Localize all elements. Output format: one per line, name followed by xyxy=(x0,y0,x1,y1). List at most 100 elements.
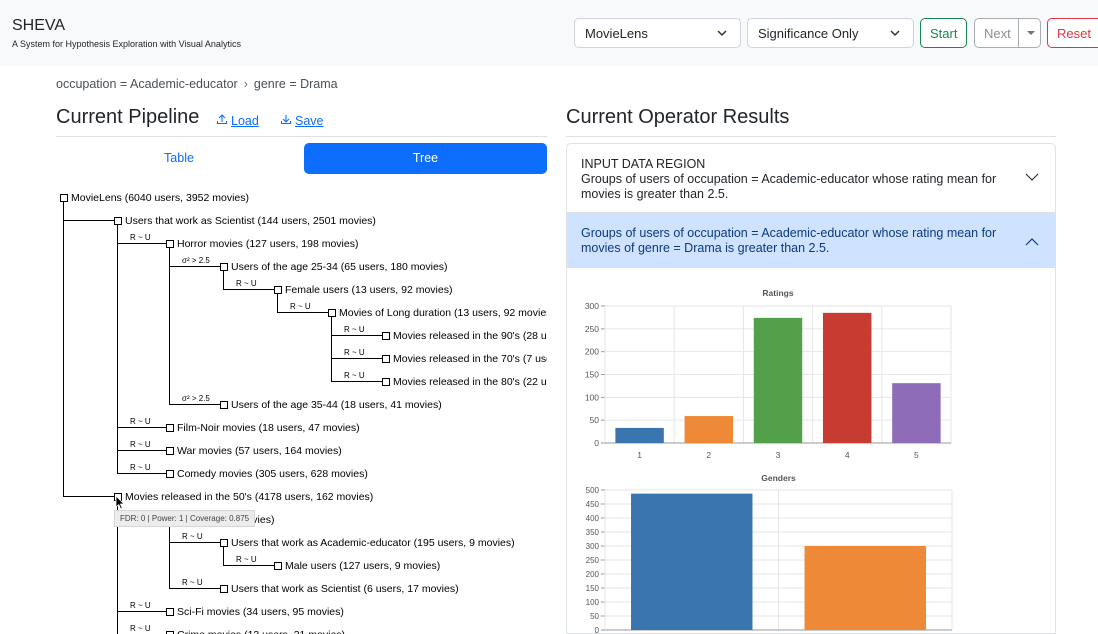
mode-select-value: Significance Only xyxy=(758,26,859,41)
node-checkbox-icon[interactable] xyxy=(382,378,390,386)
tree-node[interactable]: War movies (57 users, 164 movies) xyxy=(166,445,342,457)
node-checkbox-icon[interactable] xyxy=(274,286,282,294)
bar-4 xyxy=(822,312,872,443)
tree-node[interactable]: Male users (127 users, 9 movies) xyxy=(274,560,440,572)
save-label: Save xyxy=(295,114,324,128)
tab-tree[interactable]: Tree xyxy=(304,143,547,174)
node-checkbox-icon[interactable] xyxy=(166,240,174,248)
accordion-item-input-region[interactable]: INPUT DATA REGION Groups of users of occ… xyxy=(567,144,1055,213)
y-tick-label: 300 xyxy=(585,301,599,311)
tree-node[interactable]: Users of the age 35-44 (18 users, 41 mov… xyxy=(220,399,442,411)
tree-node-label: Movies released in the 70's (7 users, 12… xyxy=(393,353,547,365)
tree-node[interactable]: Users that work as Scientist (144 users,… xyxy=(114,215,376,227)
ratings-chart-svg: Ratings 0 50 100 150 200 250 300 1 2 3 4 5 xyxy=(585,288,952,460)
node-checkbox-icon[interactable] xyxy=(166,447,174,455)
tree-node[interactable]: Horror movies (127 users, 198 movies) xyxy=(166,238,358,250)
tree-connector xyxy=(169,243,170,404)
node-checkbox-icon[interactable] xyxy=(382,332,390,340)
genders-chart-svg: Genders 0 50 100 150 200 250 300 350 400 450 500 xyxy=(586,473,953,633)
tree-connector xyxy=(277,312,328,313)
node-checkbox-icon[interactable] xyxy=(274,562,282,570)
node-tooltip: FDR: 0 | Power: 1 | Coverage: 0.875 xyxy=(114,510,256,527)
node-checkbox-icon[interactable] xyxy=(114,217,122,225)
breadcrumb-item[interactable]: genre = Drama xyxy=(254,77,338,91)
tree-connector xyxy=(331,312,332,381)
save-link[interactable]: Save xyxy=(280,113,324,128)
tree-node[interactable]: Users that work as Academic-educator (19… xyxy=(220,537,515,549)
tree-connector xyxy=(117,427,166,428)
tab-table[interactable]: Table xyxy=(56,143,302,174)
tree-node-label: Movies released in the 80's (22 users, 3… xyxy=(393,376,547,388)
dataset-select[interactable]: MovieLens xyxy=(574,18,741,48)
tree-connector xyxy=(117,220,118,473)
tree-node-label: Movies released in the 90's (28 users, 4… xyxy=(393,330,547,342)
y-tick-label: 450 xyxy=(586,500,600,509)
node-checkbox-icon[interactable] xyxy=(220,585,228,593)
tree-node[interactable]: Users of the age 25-34 (65 users, 180 mo… xyxy=(220,261,448,273)
edge-label: R ~ U xyxy=(130,233,151,242)
y-tick-label: 0 xyxy=(594,438,599,448)
next-dropdown-toggle[interactable] xyxy=(1018,18,1041,48)
chevron-down-icon xyxy=(889,26,901,40)
node-checkbox-icon[interactable] xyxy=(166,470,174,478)
breadcrumb-item[interactable]: occupation = Academic-educator xyxy=(56,77,238,91)
tree-connector xyxy=(331,381,382,382)
app-title: SHEVA xyxy=(12,17,66,34)
tree-connector xyxy=(223,565,274,566)
edge-label: R ~ U xyxy=(182,532,203,541)
ratings-chart: Ratings 0 50 100 150 200 250 300 1 2 3 4 5 xyxy=(567,284,1055,469)
bar-1 xyxy=(615,427,664,443)
node-checkbox-icon[interactable] xyxy=(328,309,336,317)
tree-node[interactable]: Movies released in the 70's (7 users, 12… xyxy=(382,353,547,365)
y-tick-label: 100 xyxy=(585,392,599,402)
y-tick-label: 50 xyxy=(590,415,600,425)
bar-3 xyxy=(753,317,803,443)
y-tick-label: 150 xyxy=(585,370,599,380)
accordion-item-text: Groups of users of occupation = Academic… xyxy=(581,172,997,201)
tree-connector xyxy=(63,220,114,221)
tree-node-label: Users that work as Scientist (6 users, 1… xyxy=(231,583,459,595)
y-tick-label: 200 xyxy=(586,570,600,579)
tree-node[interactable]: MovieLens (6040 users, 3952 movies) xyxy=(60,192,249,204)
tree-node[interactable]: Movies released in the 50's (4178 users,… xyxy=(114,491,373,503)
node-checkbox-icon[interactable] xyxy=(220,263,228,271)
tree-node[interactable]: Movies released in the 80's (22 users, 3… xyxy=(382,376,547,388)
y-tick-label: 500 xyxy=(586,486,600,495)
start-button[interactable]: Start xyxy=(920,18,967,48)
node-checkbox-icon[interactable] xyxy=(220,401,228,409)
divider xyxy=(56,136,547,137)
mode-select[interactable]: Significance Only xyxy=(747,18,914,48)
node-checkbox-icon[interactable] xyxy=(60,194,68,202)
node-checkbox-icon[interactable] xyxy=(382,355,390,363)
load-label: Load xyxy=(231,114,259,128)
edge-label: R ~ U xyxy=(236,555,257,564)
load-link[interactable]: Load xyxy=(216,113,259,128)
tree-node-label: Users that work as Academic-educator (19… xyxy=(231,537,515,549)
results-accordion: INPUT DATA REGION Groups of users of occ… xyxy=(566,143,1056,634)
chevron-up-icon xyxy=(1025,236,1039,250)
tree-node[interactable]: Movies released in the 90's (28 users, 4… xyxy=(382,330,547,342)
node-checkbox-icon[interactable] xyxy=(166,424,174,432)
y-tick-label: 150 xyxy=(586,584,600,593)
tree-node[interactable]: Comedy movies (305 users, 628 movies) xyxy=(166,468,368,480)
tree-node[interactable]: Movies of Long duration (13 users, 92 mo… xyxy=(328,307,547,319)
chevron-down-icon xyxy=(716,26,728,40)
tree-connector xyxy=(63,197,64,496)
tree-node[interactable]: Crime movies (13 users, 31 movies) xyxy=(166,629,345,634)
tree-node[interactable]: Film-Noir movies (18 users, 47 movies) xyxy=(166,422,360,434)
next-button[interactable]: Next xyxy=(974,18,1019,48)
tree-node[interactable]: Female users (13 users, 92 movies) xyxy=(274,284,452,296)
genders-chart: Genders 0 50 100 150 200 250 300 350 400 450 500 xyxy=(567,470,1055,633)
tree-node-label: MovieLens (6040 users, 3952 movies) xyxy=(71,192,250,204)
reset-button[interactable]: Reset xyxy=(1047,18,1098,48)
tree-node[interactable]: Users that work as Scientist (6 users, 1… xyxy=(220,583,459,595)
tree-connector xyxy=(63,496,114,497)
edge-label: R ~ U xyxy=(130,601,151,610)
accordion-item-output-region[interactable]: Groups of users of occupation = Academic… xyxy=(567,213,1055,268)
node-checkbox-icon[interactable] xyxy=(220,539,228,547)
node-checkbox-icon[interactable] xyxy=(166,608,174,616)
dataset-select-value: MovieLens xyxy=(585,26,648,41)
tree-node[interactable]: Sci-Fi movies (34 users, 95 movies) xyxy=(166,606,344,618)
edge-label: R ~ U xyxy=(130,417,151,426)
tree-node-label: Horror movies (127 users, 198 movies) xyxy=(177,238,359,250)
